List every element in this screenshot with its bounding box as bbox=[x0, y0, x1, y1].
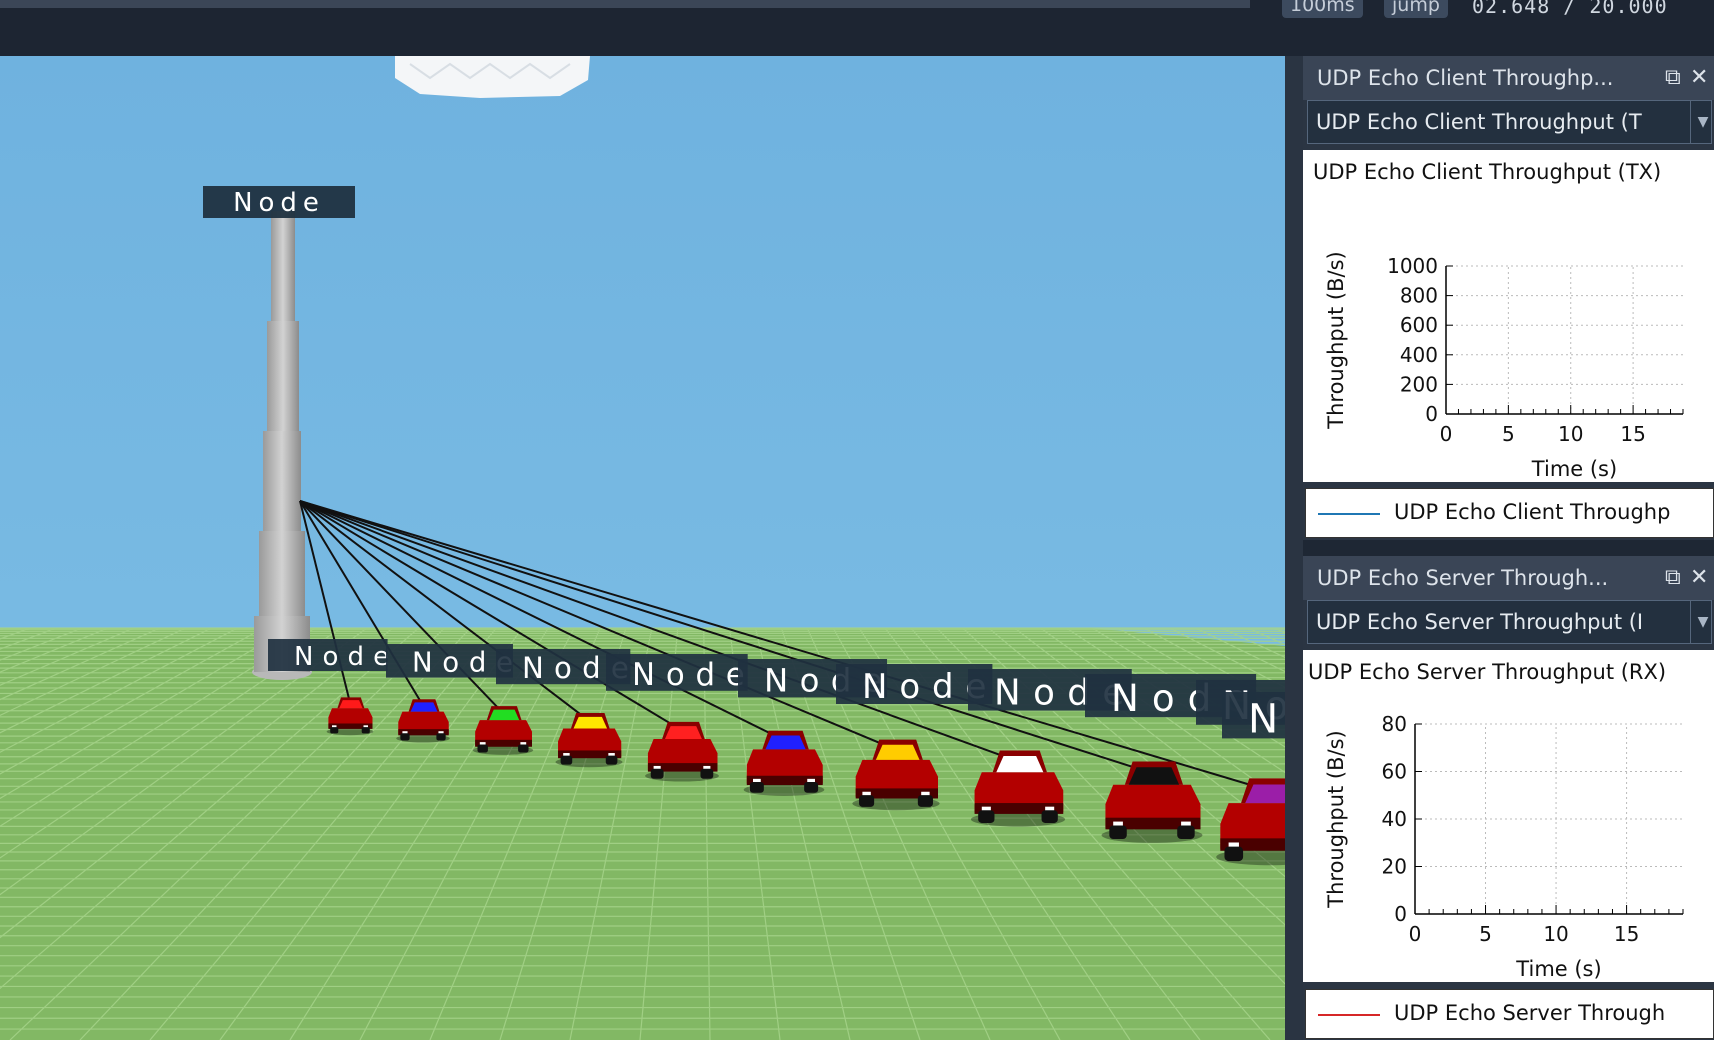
client-panel-title: UDP Echo Client Throughp... bbox=[1317, 66, 1614, 90]
server-legend: UDP Echo Server Through bbox=[1305, 989, 1714, 1039]
tower-label-group: Node bbox=[203, 186, 355, 218]
simulation-time-readout: 02.648 / 20.000 bbox=[1472, 0, 1668, 18]
dock-divider[interactable] bbox=[1285, 56, 1303, 1040]
restore-icon[interactable]: ⧉ bbox=[1665, 565, 1681, 590]
x-tick-label: 0 bbox=[1409, 922, 1422, 946]
restore-icon[interactable]: ⧉ bbox=[1665, 65, 1681, 90]
y-axis-label: Throughput (B/s) bbox=[1324, 730, 1348, 908]
close-icon[interactable]: ✕ bbox=[1690, 65, 1708, 90]
jump-button[interactable]: jump bbox=[1384, 0, 1448, 18]
vehicle-node-label: Node bbox=[268, 639, 398, 672]
server-legend-swatch bbox=[1318, 1014, 1380, 1016]
svg-text:Node: Node bbox=[632, 657, 756, 693]
client-panel-titlebar: UDP Echo Client Throughp... ⧉ ✕ bbox=[1303, 56, 1714, 100]
vehicle-node-label: Node bbox=[1222, 692, 1285, 742]
y-tick-label: 0 bbox=[1394, 902, 1407, 926]
y-axis-label: Throughput (B/s) bbox=[1324, 251, 1348, 429]
x-tick-label: 15 bbox=[1614, 922, 1639, 946]
server-series-selector[interactable]: UDP Echo Server Throughput (I ▼ bbox=[1307, 600, 1712, 644]
server-throughput-chart: 0 20 40 60 80 0 5 10 15 Time (s) Throughput (B/s) bbox=[1324, 712, 1684, 981]
server-throughput-panel: UDP Echo Server Through... ⧉ ✕ UDP Echo … bbox=[1303, 556, 1714, 1040]
step-size-button[interactable]: 100ms bbox=[1282, 0, 1363, 18]
server-panel-titlebar: UDP Echo Server Through... ⧉ ✕ bbox=[1303, 556, 1714, 600]
client-throughput-chart: 0 200 400 600 800 1000 0 5 10 15Time (s) Throughpu… bbox=[1324, 251, 1684, 481]
vehicle-node-label: Node bbox=[606, 654, 756, 693]
svg-text:Node: Node bbox=[294, 642, 398, 672]
client-selector-value: UDP Echo Client Throughput (T bbox=[1316, 110, 1642, 134]
x-tick-label: 5 bbox=[1479, 922, 1492, 946]
client-legend-swatch bbox=[1318, 513, 1380, 515]
y-tick-label: 800 bbox=[1400, 284, 1438, 308]
chevron-down-icon[interactable]: ▼ bbox=[1690, 601, 1714, 643]
y-tick-label: 20 bbox=[1382, 855, 1407, 879]
3d-viewport[interactable]: NodeNodeNodeNodeNodeNodeNodeNodeNodeNode… bbox=[0, 56, 1285, 1040]
client-plot-title: UDP Echo Client Throughput (TX) bbox=[1313, 160, 1662, 184]
x-axis-label: Time (s) bbox=[1515, 957, 1601, 981]
server-plot-title: UDP Echo Server Throughput (RX) bbox=[1308, 660, 1667, 684]
x-tick-label: 5 bbox=[1502, 422, 1515, 446]
server-panel-title: UDP Echo Server Through... bbox=[1317, 566, 1609, 590]
x-tick-label: 10 bbox=[1543, 922, 1568, 946]
client-throughput-panel: UDP Echo Client Throughp... ⧉ ✕ UDP Echo… bbox=[1303, 56, 1714, 540]
server-plot-area: UDP Echo Server Throughput (RX) 0 20 40 60 8… bbox=[1303, 650, 1714, 982]
simulation-toolbar: 100ms jump 02.648 / 20.000 bbox=[0, 0, 1714, 56]
x-tick-label: 0 bbox=[1440, 422, 1453, 446]
x-tick-label: 10 bbox=[1558, 422, 1583, 446]
svg-text:Node: Node bbox=[1248, 694, 1285, 742]
x-axis-label: Time (s) bbox=[1531, 457, 1617, 481]
y-tick-label: 60 bbox=[1382, 760, 1407, 784]
chevron-down-icon[interactable]: ▼ bbox=[1690, 101, 1714, 143]
toolbar-strip bbox=[0, 0, 1250, 8]
cloud bbox=[395, 56, 590, 98]
close-icon[interactable]: ✕ bbox=[1690, 565, 1708, 590]
client-series-selector[interactable]: UDP Echo Client Throughput (T ▼ bbox=[1307, 100, 1712, 144]
client-legend-label: UDP Echo Client Throughp bbox=[1394, 500, 1671, 524]
y-tick-label: 0 bbox=[1425, 402, 1438, 426]
tower-node-label: Node bbox=[233, 188, 325, 218]
y-tick-label: 40 bbox=[1382, 807, 1407, 831]
client-legend: UDP Echo Client Throughp bbox=[1305, 488, 1714, 538]
server-selector-value: UDP Echo Server Throughput (I bbox=[1316, 610, 1644, 634]
y-tick-label: 1000 bbox=[1387, 254, 1438, 278]
y-tick-label: 400 bbox=[1400, 343, 1438, 367]
y-tick-label: 80 bbox=[1382, 712, 1407, 736]
x-tick-label: 15 bbox=[1620, 422, 1645, 446]
server-legend-label: UDP Echo Server Through bbox=[1394, 1001, 1666, 1025]
client-plot-area: UDP Echo Client Throughput (TX) 0 200 400 6… bbox=[1303, 150, 1714, 482]
y-tick-label: 600 bbox=[1400, 313, 1438, 337]
y-tick-label: 200 bbox=[1400, 372, 1438, 396]
